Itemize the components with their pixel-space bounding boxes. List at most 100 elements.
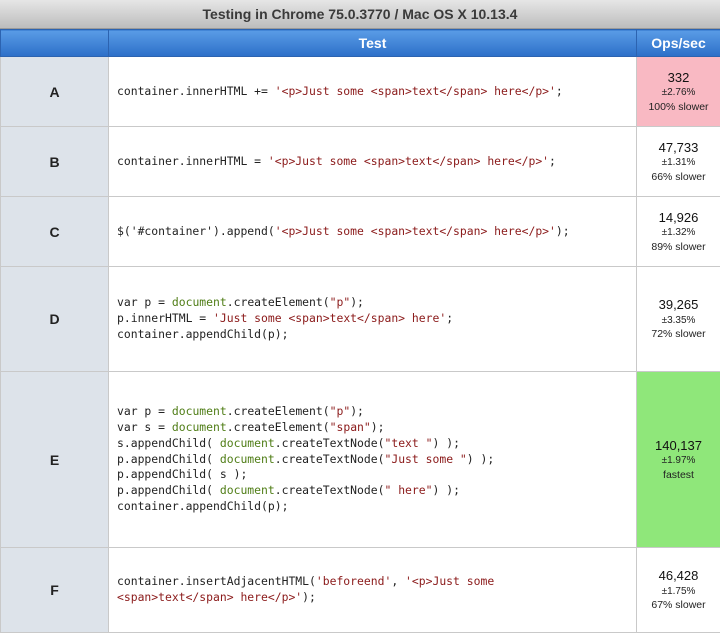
code-line: container.insertAdjacentHTML('beforeend'… [117,574,636,590]
ops-cell: 140,137±1.97%fastest [637,372,720,548]
code-token: container.innerHTML += [117,84,275,98]
code-token: 'Just some <span>text</span> here' [213,311,446,325]
test-label: E [1,372,109,548]
ops-error: ±3.35% [637,314,720,328]
code-token: , [391,574,405,588]
code-line: <span>text</span> here</p>'); [117,590,636,606]
test-code: var p = document.createElement("p");var … [109,372,637,548]
code-token: document [172,404,227,418]
ops-value: 332 [637,69,720,87]
table-row: Dvar p = document.createElement("p");p.i… [1,267,720,372]
ops-relative: 66% slower [637,170,720,184]
page-title: Testing in Chrome 75.0.3770 / Mac OS X 1… [0,0,720,29]
ops-relative: 67% slower [637,598,720,612]
code-line: container.appendChild(p); [117,499,636,515]
table-header-row: Test Ops/sec [1,30,720,57]
code-token: ; [556,84,563,98]
code-token: "span" [330,420,371,434]
results-body: Acontainer.innerHTML += '<p>Just some <s… [1,57,720,633]
code-line: p.appendChild( document.createTextNode("… [117,483,636,499]
code-token: "Just some " [384,452,466,466]
code-token: p.appendChild( [117,483,220,497]
code-token: ); [556,224,570,238]
test-label: B [1,127,109,197]
test-code: container.innerHTML += '<p>Just some <sp… [109,57,637,127]
code-token: " here" [384,483,432,497]
code-token: '<p>Just some <span>text</span> here</p>… [275,84,556,98]
ops-value: 46,428 [637,567,720,585]
code-token: document [172,420,227,434]
ops-value: 47,733 [637,139,720,157]
code-token: .createTextNode( [275,452,385,466]
code-token: container.innerHTML = [117,154,268,168]
code-token: ) ); [467,452,494,466]
ops-value: 39,265 [637,296,720,314]
ops-cell: 14,926±1.32%89% slower [637,197,720,267]
table-row: Evar p = document.createElement("p");var… [1,372,720,548]
ops-value: 140,137 [637,437,720,455]
table-row: Bcontainer.innerHTML = '<p>Just some <sp… [1,127,720,197]
code-token: p.innerHTML = [117,311,213,325]
ops-cell: 46,428±1.75%67% slower [637,548,720,633]
code-token: .createElement( [227,420,330,434]
code-token: <span>text</span> here</p>' [117,590,302,604]
code-token: p.appendChild( [117,452,220,466]
code-token: ) ); [433,483,460,497]
ops-cell: 47,733±1.31%66% slower [637,127,720,197]
code-line: var p = document.createElement("p"); [117,295,636,311]
code-token: container.appendChild(p); [117,499,288,513]
code-token: ); [302,590,316,604]
test-label: D [1,267,109,372]
ops-cell: 39,265±3.35%72% slower [637,267,720,372]
code-token: container.insertAdjacentHTML( [117,574,316,588]
code-token: p.appendChild( s ); [117,467,247,481]
code-token: "p" [330,404,351,418]
table-row: Acontainer.innerHTML += '<p>Just some <s… [1,57,720,127]
code-token: .createElement( [227,295,330,309]
code-token: '<p>Just some <span>text</span> here</p>… [268,154,549,168]
ops-error: ±1.32% [637,226,720,240]
ops-relative: 89% slower [637,240,720,254]
code-line: var p = document.createElement("p"); [117,404,636,420]
code-token: $('#container').append( [117,224,275,238]
code-token: '<p>Just some <span>text</span> here</p>… [275,224,556,238]
ops-value: 14,926 [637,209,720,227]
code-token: .createTextNode( [275,436,385,450]
benchmark-page: Testing in Chrome 75.0.3770 / Mac OS X 1… [0,0,720,632]
column-header-ops: Ops/sec [637,30,720,57]
code-line: s.appendChild( document.createTextNode("… [117,436,636,452]
table-row: C $('#container').append('<p>Just some <s… [1,197,720,267]
test-code: var p = document.createElement("p");p.in… [109,267,637,372]
code-token: var p = [117,295,172,309]
code-token: ; [549,154,556,168]
ops-error: ±1.97% [637,454,720,468]
code-token: .createTextNode( [275,483,385,497]
ops-error: ±1.31% [637,156,720,170]
test-label: A [1,57,109,127]
code-token: document [220,452,275,466]
code-line: var s = document.createElement("span"); [117,420,636,436]
code-token: ); [350,295,364,309]
code-token: ); [350,404,364,418]
code-line: p.innerHTML = 'Just some <span>text</spa… [117,311,636,327]
code-token: ); [371,420,385,434]
code-token: .createElement( [227,404,330,418]
test-label: C [1,197,109,267]
code-token: document [220,436,275,450]
code-line: container.innerHTML = '<p>Just some <spa… [117,154,636,170]
code-line: $('#container').append('<p>Just some <sp… [117,224,636,240]
test-code: container.innerHTML = '<p>Just some <spa… [109,127,637,197]
ops-cell: 332±2.76%100% slower [637,57,720,127]
code-token: var s = [117,420,172,434]
code-token: "text " [384,436,432,450]
header-label-spacer [1,30,109,57]
ops-error: ±1.75% [637,585,720,599]
table-row: Fcontainer.insertAdjacentHTML('beforeend… [1,548,720,633]
ops-relative: 72% slower [637,327,720,341]
code-token: ; [446,311,453,325]
results-table: Test Ops/sec Acontainer.innerHTML += '<p… [0,29,720,633]
column-header-test: Test [109,30,637,57]
ops-relative: 100% slower [637,100,720,114]
code-token: container.appendChild(p); [117,327,288,341]
test-code: $('#container').append('<p>Just some <sp… [109,197,637,267]
